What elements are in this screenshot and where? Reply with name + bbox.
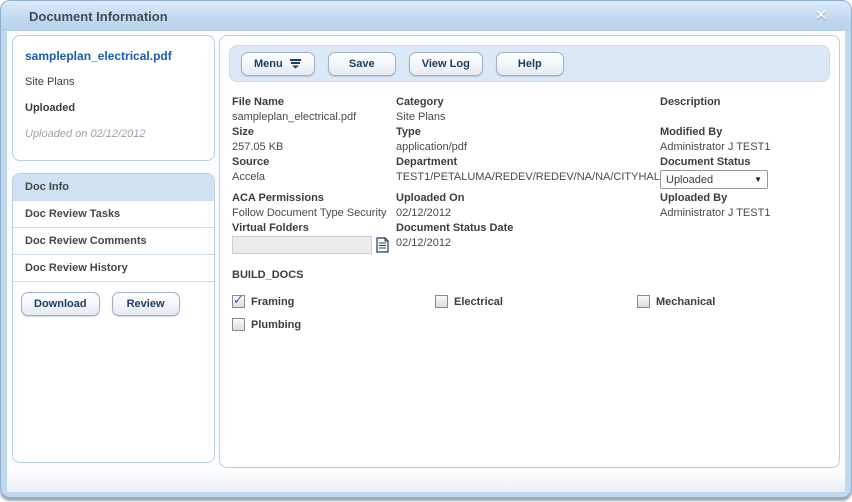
- field-label: Department: [396, 155, 660, 169]
- file-category: Site Plans: [25, 76, 202, 88]
- field-label: ACA Permissions: [232, 191, 396, 205]
- document-form: File Name sampleplan_electrical.pdf Cate…: [232, 95, 831, 257]
- document-status-value: Uploaded: [666, 174, 713, 186]
- field-aca-permissions: ACA Permissions Follow Document Type Sec…: [232, 191, 396, 221]
- help-button[interactable]: Help: [496, 52, 564, 76]
- field-category: Category Site Plans: [396, 95, 660, 125]
- field-modified-by: Modified By Administrator J TEST1: [660, 125, 831, 155]
- sidebar-item-doc-review-tasks[interactable]: Doc Review Tasks: [13, 201, 214, 228]
- build-docs-group-title: BUILD_DOCS: [232, 269, 839, 281]
- field-value: TEST1/PETALUMA/REDEV/REDEV/NA/NA/CITYHAL…: [396, 170, 660, 185]
- field-label: Source: [232, 155, 396, 169]
- dialog-footer: [7, 473, 845, 492]
- field-document-status: Document Status Uploaded ▼: [660, 155, 831, 191]
- field-value: Site Plans: [396, 110, 660, 125]
- checkbox-box[interactable]: ✓: [637, 295, 650, 308]
- field-label: Type: [396, 125, 660, 139]
- toolbar: Menu Save View Log Help: [229, 45, 830, 82]
- close-icon[interactable]: ✕: [807, 5, 835, 27]
- document-information-dialog: Document Information ✕ sampleplan_electr…: [0, 0, 852, 498]
- field-value: Follow Document Type Security: [232, 206, 396, 221]
- field-label: Uploaded By: [660, 191, 831, 205]
- field-label: Description: [660, 95, 831, 109]
- file-summary-panel: sampleplan_electrical.pdf Site Plans Upl…: [12, 35, 215, 161]
- field-value: 02/12/2012: [396, 236, 660, 251]
- sidebar-item-doc-info[interactable]: Doc Info: [13, 174, 214, 201]
- field-label: Size: [232, 125, 396, 139]
- field-value: 02/12/2012: [396, 206, 660, 221]
- field-value: Administrator J TEST1: [660, 206, 831, 221]
- field-file-name: File Name sampleplan_electrical.pdf: [232, 95, 396, 125]
- checkbox-box[interactable]: ✓: [232, 295, 245, 308]
- checkbox-label: Mechanical: [656, 296, 715, 308]
- dialog-title: Document Information: [29, 9, 168, 24]
- field-label: Document Status: [660, 155, 831, 169]
- field-label: File Name: [232, 95, 396, 109]
- checkbox-box[interactable]: ✓: [232, 318, 245, 331]
- view-log-button[interactable]: View Log: [409, 52, 483, 76]
- field-value: Accela: [232, 170, 396, 185]
- checkbox-mechanical[interactable]: ✓ Mechanical: [637, 295, 839, 308]
- field-source: Source Accela: [232, 155, 396, 185]
- checkbox-label: Plumbing: [251, 319, 301, 331]
- field-value: sampleplan_electrical.pdf: [232, 110, 396, 125]
- menu-dropdown-icon: [289, 58, 302, 69]
- menu-button[interactable]: Menu: [241, 52, 315, 76]
- field-type: Type application/pdf: [396, 125, 660, 155]
- field-value: application/pdf: [396, 140, 660, 155]
- sidebar-item-doc-review-comments[interactable]: Doc Review Comments: [13, 228, 214, 255]
- field-empty: [660, 221, 831, 257]
- field-label: Category: [396, 95, 660, 109]
- field-uploaded-on: Uploaded On 02/12/2012: [396, 191, 660, 221]
- checkbox-plumbing[interactable]: ✓ Plumbing: [232, 318, 435, 331]
- folder-picker-icon[interactable]: [375, 237, 390, 253]
- sidebar-menu-panel: Doc Info Doc Review Tasks Doc Review Com…: [12, 173, 215, 463]
- sidebar-item-doc-review-history[interactable]: Doc Review History: [13, 255, 214, 282]
- field-department: Department TEST1/PETALUMA/REDEV/REDEV/NA…: [396, 155, 660, 185]
- field-description: Description: [660, 95, 831, 125]
- download-button[interactable]: Download: [21, 292, 100, 316]
- field-value: 257.05 KB: [232, 140, 396, 155]
- field-size: Size 257.05 KB: [232, 125, 396, 155]
- file-status: Uploaded: [25, 102, 202, 114]
- main-panel: Menu Save View Log Help File Name sample…: [219, 35, 840, 468]
- save-button[interactable]: Save: [328, 52, 396, 76]
- titlebar: Document Information ✕: [1, 1, 851, 31]
- check-icon: ✓: [233, 292, 244, 308]
- file-status-note: Uploaded on 02/12/2012: [25, 128, 202, 140]
- field-value: Administrator J TEST1: [660, 140, 831, 155]
- build-docs-checkboxes: ✓ Framing ✓ Electrical ✓ Mechanical ✓ Pl…: [232, 295, 839, 331]
- checkbox-box[interactable]: ✓: [435, 295, 448, 308]
- field-uploaded-by: Uploaded By Administrator J TEST1: [660, 191, 831, 221]
- field-label: Document Status Date: [396, 221, 660, 235]
- field-document-status-date: Document Status Date 02/12/2012: [396, 221, 660, 257]
- checkbox-electrical[interactable]: ✓ Electrical: [435, 295, 637, 308]
- file-name-link[interactable]: sampleplan_electrical.pdf: [25, 49, 202, 63]
- virtual-folders-input[interactable]: [232, 236, 372, 254]
- menu-button-label: Menu: [254, 58, 283, 70]
- field-virtual-folders: Virtual Folders: [232, 221, 396, 257]
- review-button[interactable]: Review: [112, 292, 180, 316]
- dropdown-arrow-icon: ▼: [754, 175, 762, 184]
- checkbox-label: Framing: [251, 296, 294, 308]
- field-label: Uploaded On: [396, 191, 660, 205]
- document-status-select[interactable]: Uploaded ▼: [660, 170, 768, 189]
- checkbox-framing[interactable]: ✓ Framing: [232, 295, 435, 308]
- checkbox-label: Electrical: [454, 296, 503, 308]
- field-label: Virtual Folders: [232, 221, 396, 235]
- field-label: Modified By: [660, 125, 831, 139]
